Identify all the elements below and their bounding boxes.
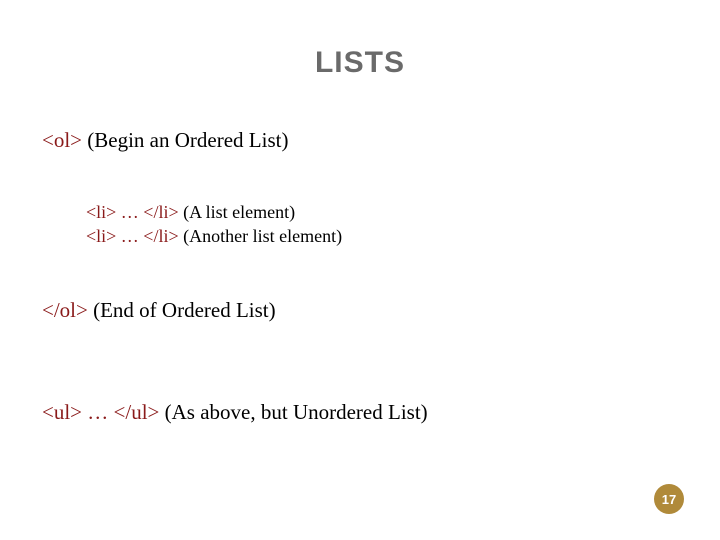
- ol-close-line: </ol> (End of Ordered List): [42, 298, 276, 323]
- ol-open-desc: (Begin an Ordered List): [82, 128, 288, 152]
- ul-tag: <ul> … </ul>: [42, 400, 159, 424]
- slide: LISTS <ol> (Begin an Ordered List) <li> …: [0, 0, 720, 540]
- li1-tag: <li> … </li>: [86, 202, 179, 222]
- li2-desc: (Another list element): [179, 226, 342, 246]
- ol-close-desc: (End of Ordered List): [88, 298, 276, 322]
- page-number-badge: 17: [654, 484, 684, 514]
- li2-tag: <li> … </li>: [86, 226, 179, 246]
- ol-close-tag: </ol>: [42, 298, 88, 322]
- li-element-1: <li> … </li> (A list element): [86, 202, 295, 223]
- ol-open-line: <ol> (Begin an Ordered List): [42, 128, 288, 153]
- ul-line: <ul> … </ul> (As above, but Unordered Li…: [42, 400, 428, 425]
- li-element-2: <li> … </li> (Another list element): [86, 226, 342, 247]
- ul-desc: (As above, but Unordered List): [159, 400, 427, 424]
- ol-open-tag: <ol>: [42, 128, 82, 152]
- page-number: 17: [662, 492, 676, 507]
- slide-title: LISTS: [0, 46, 720, 80]
- li1-desc: (A list element): [179, 202, 295, 222]
